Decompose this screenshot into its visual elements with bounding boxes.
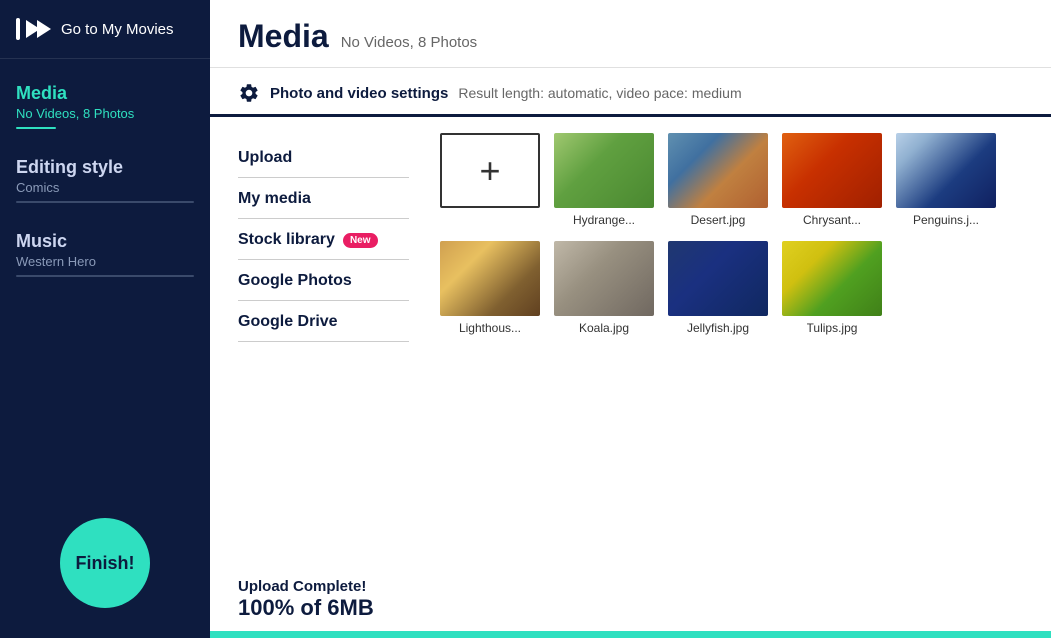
- sidebar-nav: Media No Videos, 8 Photos Editing style …: [0, 59, 210, 518]
- nav-item-label-google_photos: Google Photos: [238, 272, 352, 290]
- go-to-my-movies-button[interactable]: Go to My Movies: [0, 0, 210, 59]
- nav-item-my_media[interactable]: My media: [238, 178, 409, 219]
- sidebar-item-media[interactable]: Media No Videos, 8 Photos: [16, 83, 194, 129]
- new-badge-stock_library: New: [343, 233, 378, 248]
- bottom-progress-bar: [210, 631, 1051, 638]
- media-thumb-tulips: [782, 241, 882, 316]
- media-item-desert[interactable]: Desert.jpg: [668, 133, 768, 227]
- upload-percent: 100% of 6MB: [238, 595, 402, 621]
- media-item-koala[interactable]: Koala.jpg: [554, 241, 654, 335]
- media-item-tulips[interactable]: Tulips.jpg: [782, 241, 882, 335]
- music-underline: [16, 275, 194, 277]
- nav-item-label-upload: Upload: [238, 149, 292, 167]
- media-underline: [16, 127, 56, 129]
- music-title: Music: [16, 231, 194, 252]
- media-thumb-koala: [554, 241, 654, 316]
- main-header: Media No Videos, 8 Photos: [210, 0, 1051, 68]
- media-thumb-desert: [668, 133, 768, 208]
- settings-label[interactable]: Photo and video settings: [270, 85, 448, 102]
- media-label-lighthouse: Lighthous...: [459, 321, 521, 335]
- sidebar-item-music[interactable]: Music Western Hero: [16, 231, 194, 277]
- left-nav: Upload My media Stock library New Google Pho…: [210, 117, 430, 362]
- media-thumb-chrysant: [782, 133, 882, 208]
- media-thumb-hydrangea: [554, 133, 654, 208]
- media-item-penguins[interactable]: Penguins.j...: [896, 133, 996, 227]
- media-label-penguins: Penguins.j...: [913, 213, 979, 227]
- finish-button[interactable]: Finish!: [60, 518, 150, 608]
- left-section: Upload My media Stock library New Google Pho…: [210, 117, 430, 631]
- sidebar-header-label: Go to My Movies: [61, 21, 174, 38]
- nav-item-google_photos[interactable]: Google Photos: [238, 260, 409, 301]
- finish-button-wrapper: Finish!: [0, 518, 210, 638]
- media-item-chrysant[interactable]: Chrysant...: [782, 133, 882, 227]
- settings-description: Result length: automatic, video pace: me…: [458, 85, 741, 101]
- media-label-hydrangea: Hydrange...: [573, 213, 635, 227]
- page-title: Media: [238, 18, 329, 55]
- gear-icon: [238, 82, 260, 104]
- upload-status: Upload Complete! 100% of 6MB: [210, 558, 430, 631]
- add-media-button[interactable]: +: [440, 133, 540, 208]
- page-subtitle: No Videos, 8 Photos: [341, 34, 477, 51]
- nav-item-label-google_drive: Google Drive: [238, 313, 338, 331]
- nav-item-google_drive[interactable]: Google Drive: [238, 301, 409, 342]
- bottom-progress-fill: [210, 631, 1051, 638]
- sidebar-item-editing-style[interactable]: Editing style Comics: [16, 157, 194, 203]
- editing-style-subtitle: Comics: [16, 180, 194, 195]
- media-subtitle: No Videos, 8 Photos: [16, 106, 194, 121]
- media-grid: + Hydrange... Desert.jpg Chrysant... Penguin…: [440, 133, 1031, 335]
- editing-style-title: Editing style: [16, 157, 194, 178]
- settings-bar[interactable]: Photo and video settings Result length: …: [210, 68, 1051, 117]
- media-thumb-penguins: [896, 133, 996, 208]
- content-area: Upload My media Stock library New Google Pho…: [210, 117, 1051, 631]
- nav-item-upload[interactable]: Upload: [238, 137, 409, 178]
- nav-item-label-stock_library: Stock library: [238, 231, 335, 249]
- media-thumb-jellyfish: [668, 241, 768, 316]
- sidebar: Go to My Movies Media No Videos, 8 Photo…: [0, 0, 210, 638]
- media-item-lighthouse[interactable]: Lighthous...: [440, 241, 540, 335]
- nav-item-stock_library[interactable]: Stock library New: [238, 219, 409, 260]
- media-item-jellyfish[interactable]: Jellyfish.jpg: [668, 241, 768, 335]
- logo-icon: [16, 18, 51, 40]
- media-label-tulips: Tulips.jpg: [807, 321, 858, 335]
- media-label-jellyfish: Jellyfish.jpg: [687, 321, 749, 335]
- upload-complete-label: Upload Complete!: [238, 578, 402, 595]
- nav-item-label-my_media: My media: [238, 190, 311, 208]
- media-title: Media: [16, 83, 194, 104]
- main-content: Media No Videos, 8 Photos Photo and vide…: [210, 0, 1051, 638]
- media-thumb-lighthouse: [440, 241, 540, 316]
- media-item-hydrangea[interactable]: Hydrange...: [554, 133, 654, 227]
- media-item-add[interactable]: +: [440, 133, 540, 227]
- editing-style-underline: [16, 201, 194, 203]
- media-label-koala: Koala.jpg: [579, 321, 629, 335]
- media-label-desert: Desert.jpg: [691, 213, 746, 227]
- media-grid-wrapper: + Hydrange... Desert.jpg Chrysant... Penguin…: [430, 117, 1051, 631]
- media-label-chrysant: Chrysant...: [803, 213, 861, 227]
- music-subtitle: Western Hero: [16, 254, 194, 269]
